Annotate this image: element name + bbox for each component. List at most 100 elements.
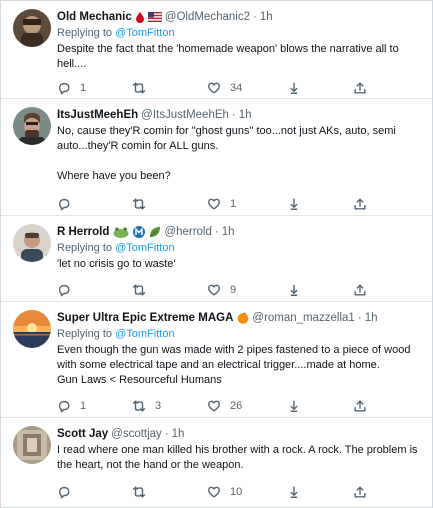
heart-icon <box>208 198 220 210</box>
heart-icon <box>208 82 220 94</box>
handle[interactable]: @herrold <box>164 224 211 240</box>
like-button[interactable]: 26 <box>207 398 242 414</box>
mention-link[interactable]: @TomFitton <box>115 328 174 340</box>
share-button[interactable] <box>353 484 367 500</box>
timestamp[interactable]: 1h <box>222 224 235 240</box>
heart-icon <box>208 284 220 296</box>
mention-link[interactable]: @TomFitton <box>115 242 174 254</box>
like-count: 10 <box>230 486 243 498</box>
more-button[interactable] <box>287 282 301 298</box>
frog-icon <box>113 226 129 238</box>
like-count: 9 <box>230 284 237 296</box>
retweet-button[interactable] <box>132 196 155 212</box>
like-button[interactable]: 1 <box>207 196 236 212</box>
share-icon <box>354 284 366 296</box>
retweet-icon <box>132 400 146 412</box>
share-button[interactable] <box>353 398 367 414</box>
display-name[interactable]: R Herrold <box>57 224 109 240</box>
tweet-old-mechanic[interactable]: Old Mechanic @OldMechanic2 · 1h Replying… <box>1 1 432 99</box>
reply-button[interactable]: 1 <box>57 398 86 414</box>
reply-button[interactable] <box>57 196 80 212</box>
share-icon <box>354 400 366 412</box>
tweet-line: Despite the fact that the 'homemade weap… <box>57 43 399 55</box>
display-name[interactable]: ItsJustMeehEh <box>57 107 138 123</box>
reply-button[interactable] <box>57 484 80 500</box>
tweet-text: Even though the gun was made with 2 pipe… <box>57 343 424 388</box>
replying-to: Replying to @TomFitton <box>57 241 424 256</box>
more-icon <box>290 82 298 94</box>
retweet-button[interactable] <box>132 282 155 298</box>
like-button[interactable]: 34 <box>207 80 242 96</box>
tweet-line: Gun Laws < Resourceful Humans <box>57 374 222 386</box>
share-button[interactable] <box>353 196 367 212</box>
tweet-actions: 9 <box>57 282 367 298</box>
separator: · <box>231 109 236 121</box>
like-count: 34 <box>230 82 243 94</box>
timestamp[interactable]: 1h <box>260 9 273 25</box>
display-name[interactable]: Old Mechanic <box>57 9 132 25</box>
avatar[interactable] <box>13 107 51 145</box>
tweet-line <box>57 154 424 169</box>
like-button[interactable]: 9 <box>207 282 236 298</box>
tweet-text: 'let no crisis go to waste' <box>57 257 424 272</box>
retweet-icon <box>132 284 146 296</box>
separator: · <box>357 312 362 324</box>
like-count: 26 <box>230 400 243 412</box>
us-flag-icon <box>147 12 162 22</box>
display-name[interactable]: Scott Jay <box>57 426 108 442</box>
timestamp[interactable]: 1h <box>365 310 378 326</box>
avatar[interactable] <box>13 310 51 348</box>
reply-count: 1 <box>80 400 87 412</box>
tweet-line: Where have you been? <box>57 170 171 182</box>
tweet-actions: 10 <box>57 484 367 500</box>
like-button[interactable]: 10 <box>207 484 242 500</box>
tweet-line: the heart, not the hand or the weapon. <box>57 459 244 471</box>
tweet-actions: 1 3 26 <box>57 398 367 414</box>
timestamp[interactable]: 1h <box>239 107 252 123</box>
retweet-count: 3 <box>155 400 162 412</box>
replying-to: Replying to @TomFitton <box>57 26 424 41</box>
more-button[interactable] <box>287 196 301 212</box>
display-name[interactable]: Super Ultra Epic Extreme MAGA <box>57 310 233 326</box>
handle[interactable]: @OldMechanic2 <box>165 9 250 25</box>
tweet-r-herrold[interactable]: R Herrold @herrold · 1h Replying to @Tom… <box>1 216 432 302</box>
more-button[interactable] <box>287 80 301 96</box>
more-button[interactable] <box>287 398 301 414</box>
avatar[interactable] <box>13 9 51 47</box>
share-button[interactable] <box>353 80 367 96</box>
share-button[interactable] <box>353 282 367 298</box>
tweet-line: I read where one man killed his brother … <box>57 444 418 456</box>
tweet-header: R Herrold @herrold · 1h <box>57 224 424 240</box>
retweet-button[interactable]: 3 <box>132 398 161 414</box>
tweet-line: No, cause they'R comin for "ghost guns" … <box>57 125 396 137</box>
retweet-button[interactable] <box>132 484 155 500</box>
tweet-line: 'let no crisis go to waste' <box>57 258 176 270</box>
avatar[interactable] <box>13 426 51 464</box>
reply-count: 1 <box>80 82 87 94</box>
more-button[interactable] <box>287 484 301 500</box>
retweet-button[interactable] <box>132 80 155 96</box>
tweet-line: auto...they'R comin for ALL guns. <box>57 140 219 152</box>
retweet-icon <box>132 486 146 498</box>
tweet-scott-jay[interactable]: Scott Jay @scottjay · 1h I read where on… <box>1 418 432 507</box>
handle[interactable]: @ItsJustMeehEh <box>141 107 229 123</box>
avatar[interactable] <box>13 224 51 262</box>
tweet-super-ultra-maga[interactable]: Super Ultra Epic Extreme MAGA @roman_maz… <box>1 302 432 418</box>
replying-label: Replying to <box>57 242 113 254</box>
separator: · <box>164 428 169 440</box>
retweet-icon <box>132 82 146 94</box>
tweet-header: Scott Jay @scottjay · 1h <box>57 426 424 442</box>
reply-button[interactable]: 1 <box>57 80 86 96</box>
timestamp[interactable]: 1h <box>172 426 185 442</box>
mention-link[interactable]: @TomFitton <box>115 27 174 39</box>
tweet-header: Super Ultra Epic Extreme MAGA @roman_maz… <box>57 310 424 326</box>
reply-icon <box>58 400 70 413</box>
handle[interactable]: @roman_mazzella1 <box>252 310 354 326</box>
handle[interactable]: @scottjay <box>111 426 162 442</box>
reply-button[interactable] <box>57 282 80 298</box>
tweet-itsjustmeeheh[interactable]: ItsJustMeehEh @ItsJustMeehEh · 1h No, ca… <box>1 99 432 216</box>
tweet-text: Despite the fact that the 'homemade weap… <box>57 42 424 72</box>
tweet-actions: 1 <box>57 196 367 212</box>
tweet-actions: 1 34 <box>57 80 367 96</box>
tweet-text: No, cause they'R comin for "ghost guns" … <box>57 124 424 184</box>
